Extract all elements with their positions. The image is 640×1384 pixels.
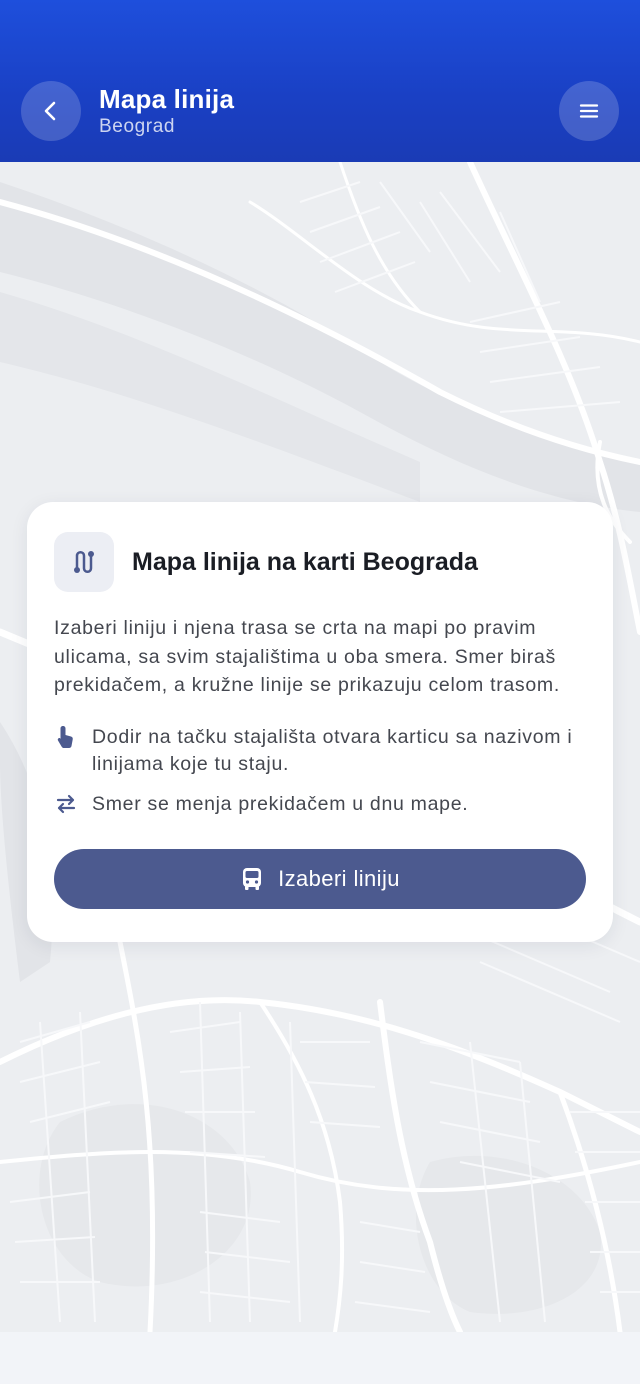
card-description: Izaberi liniju i njena trasa se crta na … [54,617,560,696]
info-card: Mapa linija na karti Beograda Izaberi li… [27,502,613,942]
tip-tap-stop: Dodir na tačku stajališta otvara karticu… [54,724,594,778]
card-title: Mapa linija na karti Beograda [132,548,478,576]
tip-text: Dodir na tačku stajališta otvara karticu… [92,726,573,775]
bottom-bar [0,1332,640,1384]
chevron-left-icon [44,101,56,121]
back-button[interactable] [21,81,81,141]
app-header: Mapa linija Beograd [0,0,640,162]
choose-line-button[interactable]: Izaberi liniju [54,849,586,909]
page-title: Mapa linija [99,84,235,114]
choose-line-label: Izaberi liniju [278,866,400,891]
hamburger-menu-icon [579,104,599,118]
route-icon [74,551,94,573]
page-subtitle: Beograd [99,116,176,137]
menu-button[interactable] [559,81,619,141]
swap-arrows-icon [56,794,76,814]
tip-text: Smer se menja prekidačem u dnu mape. [92,793,469,815]
tap-hand-icon [57,726,73,748]
bus-icon [240,866,264,892]
card-icon-badge [54,532,114,592]
tip-direction-switch: Smer se menja prekidačem u dnu mape. [54,791,594,818]
